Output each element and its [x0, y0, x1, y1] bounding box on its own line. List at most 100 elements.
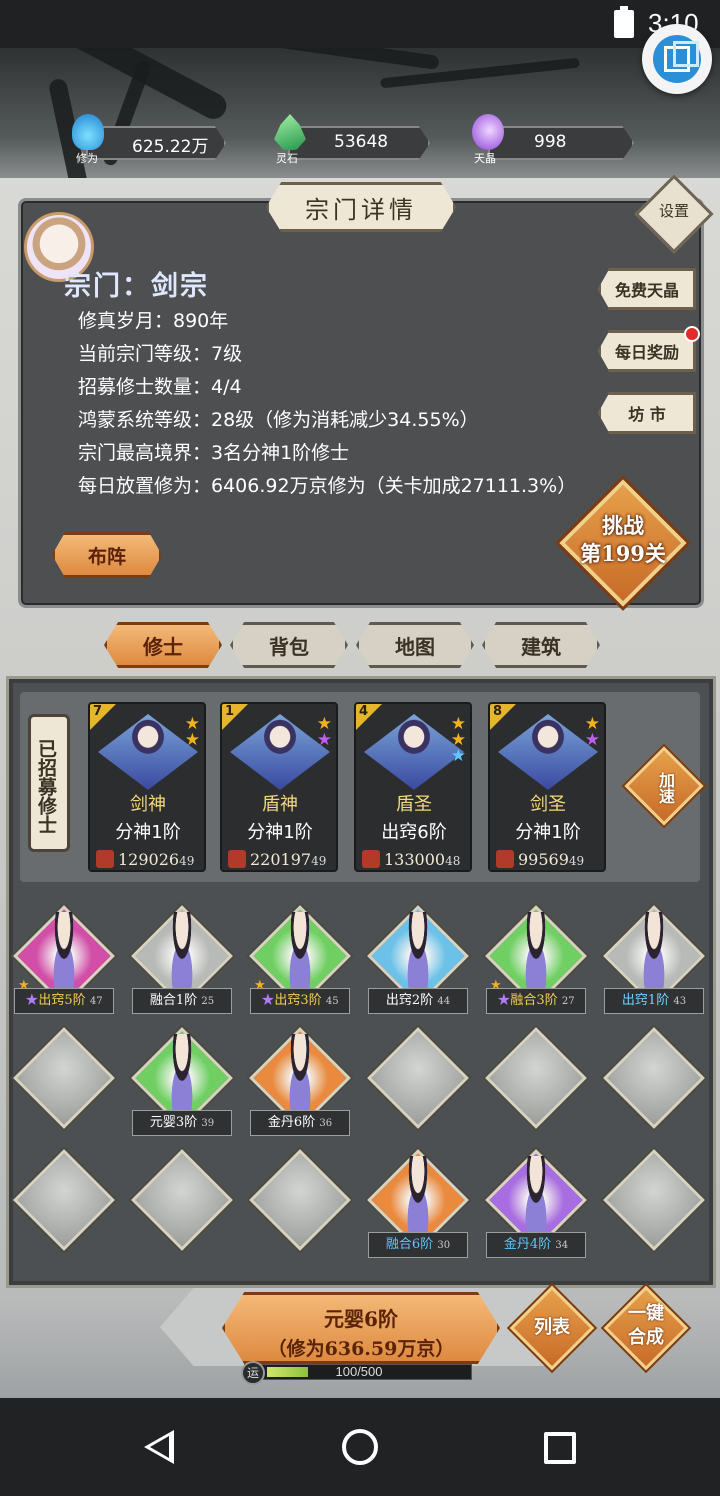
speed-up-text: 加速	[656, 772, 675, 804]
star-icon: ★	[490, 978, 502, 993]
resource-spirit-stone: 53648	[288, 126, 430, 160]
free-crystal-button[interactable]: 免费天晶	[598, 268, 696, 310]
cultivator-figure	[44, 912, 84, 996]
tab-map[interactable]: 地图	[356, 622, 474, 668]
floating-assistant-button[interactable]	[642, 24, 712, 94]
home-icon[interactable]	[342, 1429, 378, 1465]
resource-crystal: 998	[488, 126, 634, 160]
upgrade-button[interactable]: 元婴6阶 （修为636.59万京）	[222, 1292, 500, 1364]
slot-number: 7	[93, 704, 103, 719]
daily-reward-button[interactable]: 每日奖励	[598, 330, 696, 372]
cultivator-power: 22019749	[228, 850, 326, 869]
cultivator-rank: 出窍6阶	[381, 822, 447, 843]
info-recruit-count: 招募修士数量：4/4	[78, 376, 242, 398]
cultivator-name: 盾圣	[396, 794, 432, 815]
realm-label: 融合3阶	[510, 993, 558, 1008]
tab-buildings[interactable]: 建筑	[482, 622, 600, 668]
grid-cultivator-slot[interactable]: 出窍1阶 43	[603, 905, 705, 1014]
grid-cultivator-slot[interactable]: 出窍2阶 44	[367, 905, 469, 1014]
back-icon[interactable]	[144, 1430, 174, 1464]
merge-all-label-line1: 一键	[628, 1303, 664, 1324]
luck-value: 100/500	[335, 1364, 383, 1379]
realm-level: 25	[201, 996, 215, 1007]
resource-spirit-stone-label: 灵石	[276, 152, 298, 165]
tab-backpack[interactable]: 背包	[230, 622, 348, 668]
cultivator-figure	[280, 1034, 320, 1118]
grid-empty-slot[interactable]	[13, 1027, 115, 1129]
grid-empty-slot[interactable]	[603, 1027, 705, 1129]
grid-cultivator-slot[interactable]: ★出窍5阶 47 ★	[13, 905, 115, 1014]
grid-cultivator-slot[interactable]: 融合1阶 25	[131, 905, 233, 1014]
speed-up-label: 加速	[636, 762, 692, 814]
realm-label: 出窍3阶	[274, 993, 322, 1008]
power-icon	[228, 850, 246, 868]
realm-level: 47	[89, 996, 103, 1007]
empty-slot-frame	[603, 1027, 705, 1129]
star-rating: ★ ★ ★	[450, 716, 466, 766]
grid-cultivator-slot[interactable]: 金丹6阶 36	[249, 1027, 351, 1136]
grid-cultivator-slot[interactable]: 金丹4阶 34	[485, 1149, 587, 1258]
grid-empty-slot[interactable]	[367, 1027, 469, 1129]
star-icon: ★	[584, 730, 600, 750]
info-system-level: 鸿蒙系统等级：28级（修为消耗减少34.55%）	[78, 409, 479, 431]
grid-cultivator-slot[interactable]: 元婴3阶 39	[131, 1027, 233, 1136]
cultivator-realm-tag: 出窍1阶 43	[604, 988, 704, 1014]
formation-button[interactable]: 布阵	[52, 532, 162, 578]
recruited-card[interactable]: 8 ★ ★ 剑圣 分神1阶 9956949	[488, 702, 606, 872]
grid-cultivator-slot[interactable]: 融合6阶 30	[367, 1149, 469, 1258]
resource-cultivation: 625.22万京	[86, 126, 226, 160]
realm-label: 出窍1阶	[621, 993, 670, 1008]
empty-slot-frame	[603, 1149, 705, 1251]
empty-slot-frame	[13, 1027, 115, 1129]
grid-empty-slot[interactable]	[13, 1149, 115, 1251]
grid-empty-slot[interactable]	[131, 1149, 233, 1251]
grid-empty-slot[interactable]	[249, 1149, 351, 1251]
recruited-card[interactable]: 7 ★ ★ 剑神 分神1阶 12902649	[88, 702, 206, 872]
notification-dot	[684, 326, 700, 342]
realm-level: 34	[555, 1240, 569, 1251]
grid-cultivator-slot[interactable]: ★融合3阶 27 ★	[485, 905, 587, 1014]
realm-level: 36	[319, 1118, 333, 1129]
realm-label: 金丹6阶	[267, 1115, 316, 1130]
realm-level: 27	[561, 996, 575, 1007]
resource-crystal-value: 998	[534, 132, 567, 152]
grid-cultivator-slot[interactable]: ★出窍3阶 45 ★	[249, 905, 351, 1014]
cultivator-portrait	[364, 714, 464, 790]
cultivator-portrait	[98, 714, 198, 790]
info-cultivation-years: 修真岁月：890年	[78, 310, 229, 332]
info-highest-realm: 宗门最高境界：3名分神1阶修士	[78, 442, 350, 464]
list-button-label: 列表	[534, 1317, 570, 1338]
challenge-label-line1: 挑战	[602, 513, 644, 538]
luck-progress-bar: 运 100/500	[241, 1361, 472, 1385]
recruited-card[interactable]: 4 ★ ★ ★ 盾圣 出窍6阶 13300048	[354, 702, 472, 872]
realm-label: 出窍5阶	[38, 993, 86, 1008]
empty-slot-frame	[13, 1149, 115, 1251]
star-icon: ★	[450, 746, 466, 766]
grid-empty-slot[interactable]	[485, 1027, 587, 1129]
grid-empty-slot[interactable]	[603, 1149, 705, 1251]
tab-cultivators[interactable]: 修士	[104, 622, 222, 668]
cultivator-realm-tag: 出窍2阶 44	[368, 988, 468, 1014]
market-button[interactable]: 坊 市	[598, 392, 696, 434]
recent-apps-icon[interactable]	[544, 1432, 576, 1464]
battery-icon	[614, 6, 634, 38]
recruited-card[interactable]: 1 ★ ★ 盾神 分神1阶 22019749	[220, 702, 338, 872]
cultivator-portrait	[230, 714, 330, 790]
merge-all-label-line2: 合成	[628, 1327, 664, 1348]
realm-label: 融合6阶	[385, 1237, 434, 1252]
info-sect-level: 当前宗门等级：7级	[78, 343, 243, 365]
cultivator-figure	[516, 912, 556, 996]
cultivator-realm-tag: 融合6阶 30	[368, 1232, 468, 1258]
cube-icon	[664, 41, 699, 72]
cultivator-portrait	[498, 714, 598, 790]
cultivator-figure	[280, 912, 320, 996]
power-value: 220197	[250, 850, 312, 869]
cultivator-realm-tag: 元婴3阶 39	[132, 1110, 232, 1136]
recruited-label: 已招募修士	[28, 714, 70, 852]
cultivator-level: 49	[568, 854, 585, 868]
star-rating: ★ ★	[185, 716, 200, 749]
challenge-stage: 第199关	[580, 541, 666, 566]
empty-slot-frame	[249, 1149, 351, 1251]
cultivator-figure	[162, 1034, 202, 1118]
info-daily-idle: 每日放置修为：6406.92万京修为（关卡加成27111.3%）	[78, 475, 577, 497]
